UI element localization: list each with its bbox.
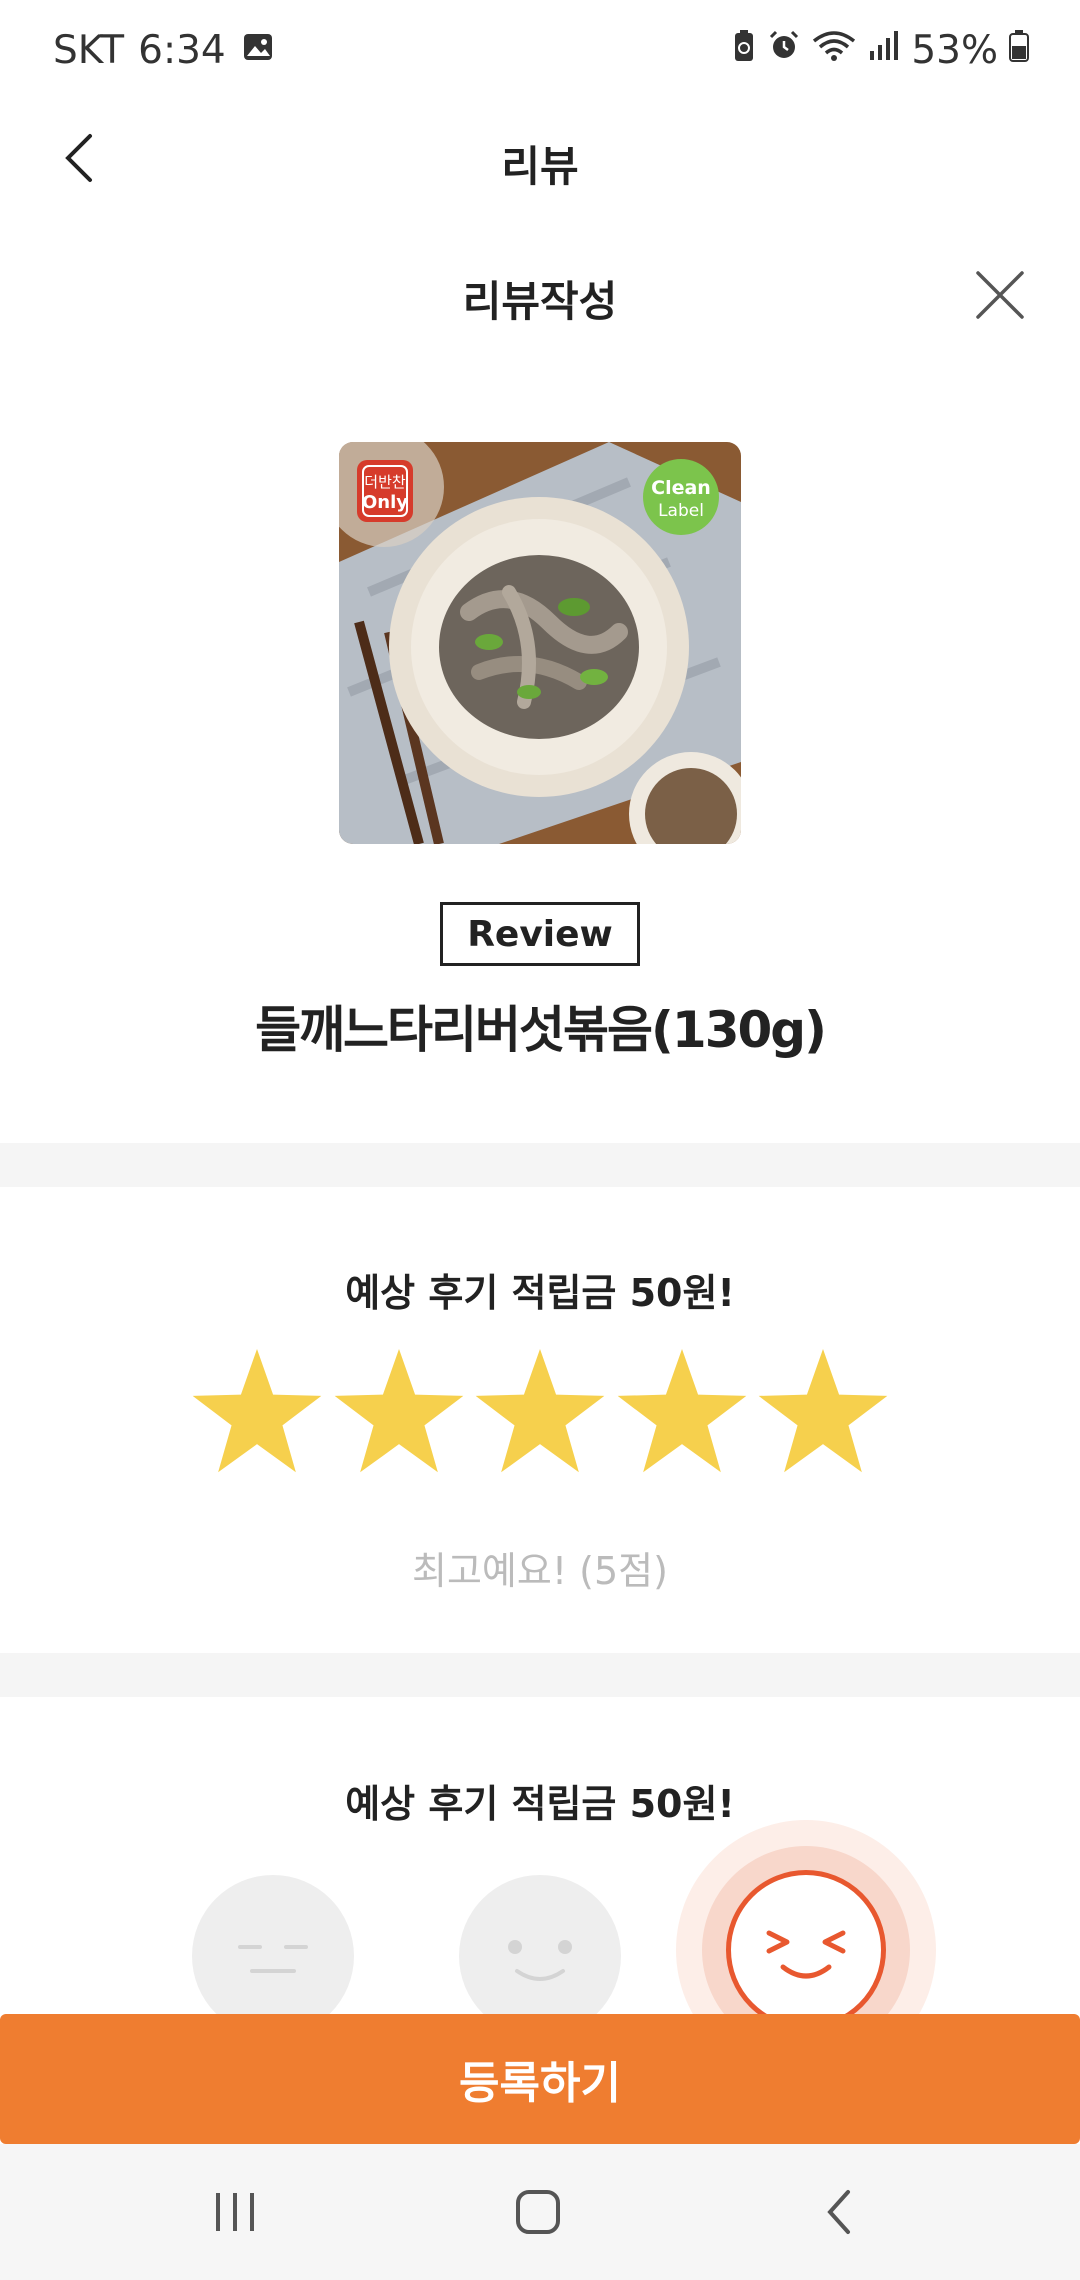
badge-label-text: Label (658, 501, 704, 521)
status-bar: SKT 6:34 53% (0, 0, 1080, 105)
carrier-label: SKT (53, 28, 125, 73)
submit-button[interactable]: 등록하기 (0, 2014, 1080, 2144)
rating-text: 최고예요! (5점) (412, 1549, 668, 1593)
badge-clean-text: Clean (651, 477, 711, 499)
star-icon[interactable] (190, 1345, 324, 1479)
emoji-rating (0, 1820, 1080, 2080)
close-icon (970, 271, 1030, 329)
alarm-icon (767, 28, 801, 73)
home-button[interactable] (503, 2179, 573, 2249)
status-left: SKT 6:34 (53, 28, 274, 73)
close-button[interactable] (970, 265, 1030, 325)
recent-apps-button[interactable] (200, 2179, 270, 2249)
gallery-icon (242, 28, 274, 73)
nav-back-button[interactable] (805, 2179, 875, 2249)
system-nav-bar (0, 2144, 1080, 2280)
recent-apps-icon (210, 2189, 260, 2239)
clock: 6:34 (138, 28, 226, 73)
review-modal-header: 리뷰작성 (0, 250, 1080, 340)
battery-percent: 53% (911, 28, 998, 73)
battery-saver-icon (731, 28, 757, 73)
smile-face-icon[interactable] (459, 1875, 621, 2037)
reward-title: 예상 후기 적립금 50원! (345, 1271, 735, 1315)
star-icon[interactable] (332, 1345, 466, 1479)
product-name: 들깨느타리버섯볶음(130g) (255, 1001, 827, 1059)
signal-icon (867, 28, 901, 73)
section-divider (0, 1653, 1080, 1697)
home-icon (513, 2187, 563, 2241)
app-header: 리뷰 (0, 105, 1080, 215)
star-icon[interactable] (473, 1345, 607, 1479)
star-rating[interactable] (190, 1345, 890, 1480)
battery-icon (1008, 28, 1030, 73)
badge-brand-text: 더반찬 (364, 473, 406, 491)
product-image: 더반찬 Only Clean Label (339, 442, 741, 844)
nav-back-icon (820, 2187, 860, 2241)
section-divider (0, 1143, 1080, 1187)
star-icon[interactable] (756, 1345, 890, 1479)
neutral-face-icon[interactable] (192, 1875, 354, 2037)
modal-title: 리뷰작성 (462, 277, 618, 326)
review-badge: Review (440, 902, 640, 966)
wifi-icon (811, 28, 857, 73)
badge-only-text: Only (362, 492, 408, 513)
page-title: 리뷰 (501, 142, 579, 191)
star-icon[interactable] (615, 1345, 749, 1479)
status-right: 53% (731, 28, 1030, 73)
laughing-face-icon (726, 1870, 886, 2030)
